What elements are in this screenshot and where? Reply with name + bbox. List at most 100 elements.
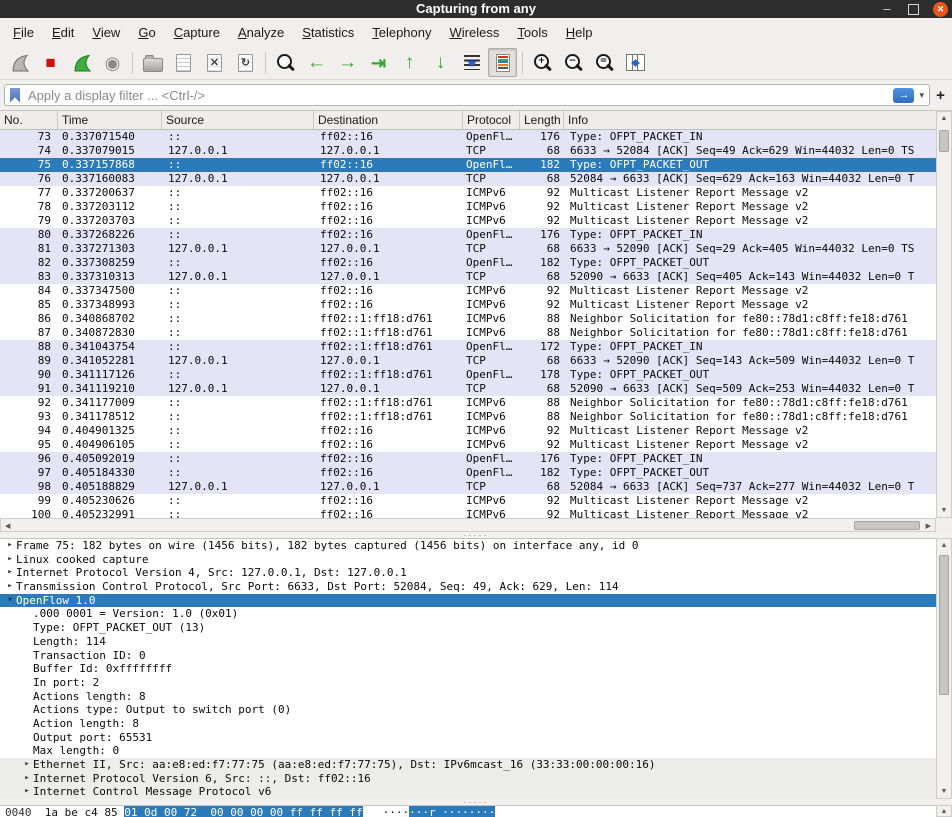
colorize-button[interactable]	[488, 48, 517, 77]
packet-row-88[interactable]: 88 0.341043754:: ff02::1:ff18:d761 OpenFl… 1…	[0, 340, 936, 354]
packet-row-79[interactable]: 79 0.337203703:: ff02::16 ICMPv6 92 Multicast…	[0, 214, 936, 228]
menu-go[interactable]: Go	[129, 21, 164, 44]
detail-row-6[interactable]: Type: OFPT_PACKET_OUT (13)	[0, 621, 936, 635]
packet-row-92[interactable]: 92 0.341177009:: ff02::1:ff18:d761 ICMPv6 88…	[0, 396, 936, 410]
detail-row-16[interactable]: ▸ Ethernet II, Src: aa:e8:ed:f7:77:75 (aa…	[0, 758, 936, 772]
expand-arrow-icon[interactable]: ▾	[4, 594, 16, 608]
add-filter-button[interactable]: +	[933, 87, 948, 104]
packet-row-95[interactable]: 95 0.404906105:: ff02::16 ICMPv6 92 Multicast…	[0, 438, 936, 452]
hscroll-thumb[interactable]	[854, 521, 920, 530]
go-first-packet-button[interactable]: ↑	[395, 48, 424, 77]
packet-row-90[interactable]: 90 0.341117126:: ff02::1:ff18:d761 OpenFl… 1…	[0, 368, 936, 382]
menu-wireless[interactable]: Wireless	[441, 21, 509, 44]
packet-row-83[interactable]: 83 0.337310313 127.0.0.1 127.0.0.1 TCP 68 5209…	[0, 270, 936, 284]
hex-ascii-selected[interactable]: ···r ········	[409, 806, 496, 817]
collapse-arrow-icon[interactable]: ▸	[21, 785, 33, 799]
scroll-down-icon[interactable]: ▼	[937, 788, 951, 795]
capture-stop-button[interactable]: ■	[36, 48, 65, 77]
packet-row-96[interactable]: 96 0.405092019:: ff02::16 OpenFl… 176 Type: O…	[0, 452, 936, 466]
find-packet-button[interactable]	[271, 48, 300, 77]
scroll-up-icon[interactable]: ▲	[937, 542, 951, 549]
packet-row-89[interactable]: 89 0.341052281 127.0.0.1 127.0.0.1 TCP 68 6633…	[0, 354, 936, 368]
collapse-arrow-icon[interactable]: ▸	[4, 539, 16, 553]
details-vscrollbar[interactable]: ▲ ▼	[936, 538, 952, 799]
go-last-packet-button[interactable]: ↓	[426, 48, 455, 77]
packet-row-81[interactable]: 81 0.337271303 127.0.0.1 127.0.0.1 TCP 68 6633…	[0, 242, 936, 256]
zoom-out-button[interactable]: −	[559, 48, 588, 77]
scroll-down-icon[interactable]: ▼	[937, 507, 951, 514]
collapse-arrow-icon[interactable]: ▸	[21, 758, 33, 772]
column-header-source[interactable]: Source	[162, 111, 314, 129]
column-header-destination[interactable]: Destination	[314, 111, 463, 129]
go-forward-button[interactable]: →	[333, 48, 362, 77]
filter-dropdown-caret-icon[interactable]: ▾	[917, 90, 929, 101]
column-header-no[interactable]: No.	[0, 111, 58, 129]
capture-restart-button[interactable]	[67, 48, 96, 77]
detail-row-7[interactable]: Length: 114	[0, 635, 936, 649]
column-header-time[interactable]: Time	[58, 111, 162, 129]
minimize-button[interactable]: –	[880, 2, 894, 15]
detail-row-1[interactable]: ▸ Linux cooked capture	[0, 553, 936, 567]
detail-row-3[interactable]: ▸ Transmission Control Protocol, Src Port…	[0, 580, 936, 594]
menu-statistics[interactable]: Statistics	[293, 21, 363, 44]
maximize-button[interactable]	[908, 3, 919, 15]
packet-row-91[interactable]: 91 0.341119210 127.0.0.1 127.0.0.1 TCP 68 5209…	[0, 382, 936, 396]
menu-edit[interactable]: Edit	[43, 21, 83, 44]
packet-row-77[interactable]: 77 0.337200637:: ff02::16 ICMPv6 92 Multicast…	[0, 186, 936, 200]
auto-scroll-button[interactable]	[457, 48, 486, 77]
zoom-100-button[interactable]: =	[590, 48, 619, 77]
packet-row-74[interactable]: 74 0.337079015 127.0.0.1 127.0.0.1 TCP 68 6633…	[0, 144, 936, 158]
packet-row-80[interactable]: 80 0.337268226:: ff02::16 OpenFl… 176 Type: O…	[0, 228, 936, 242]
packet-row-86[interactable]: 86 0.340868702:: ff02::1:ff18:d761 ICMPv6 88…	[0, 312, 936, 326]
detail-row-17[interactable]: ▸ Internet Protocol Version 6, Src: ::, D…	[0, 771, 936, 786]
column-header-info[interactable]: Info	[564, 111, 936, 129]
vscroll-thumb[interactable]	[939, 555, 949, 695]
packet-row-78[interactable]: 78 0.337203112:: ff02::16 ICMPv6 92 Multicast…	[0, 200, 936, 214]
detail-row-5[interactable]: .000 0001 = Version: 1.0 (0x01)	[0, 607, 936, 621]
collapse-arrow-icon[interactable]: ▸	[4, 580, 16, 594]
packet-row-100[interactable]: 100 0.405232991:: ff02::16 ICMPv6 92 Multicas…	[0, 508, 936, 518]
detail-row-15[interactable]: Max length: 0	[0, 744, 936, 758]
detail-row-13[interactable]: Action length: 8	[0, 717, 936, 731]
collapse-arrow-icon[interactable]: ▸	[4, 566, 16, 580]
capture-start-button[interactable]	[5, 48, 34, 77]
detail-row-8[interactable]: Transaction ID: 0	[0, 649, 936, 663]
scroll-left-icon[interactable]: ◀	[5, 522, 10, 530]
menu-file[interactable]: File	[4, 21, 43, 44]
packet-row-75[interactable]: 75 0.337157868:: ff02::16 OpenFl… 182 Type: O…	[0, 158, 936, 172]
packet-row-84[interactable]: 84 0.337347500:: ff02::16 ICMPv6 92 Multicast…	[0, 284, 936, 298]
menu-help[interactable]: Help	[557, 21, 602, 44]
scroll-up-icon[interactable]: ▲	[937, 808, 951, 815]
packet-row-85[interactable]: 85 0.337348993:: ff02::16 ICMPv6 92 Multicast…	[0, 298, 936, 312]
hex-bytes-selected[interactable]: 01 0d 00 72 00 00 00 00 ff ff ff ff	[124, 806, 363, 817]
scroll-up-icon[interactable]: ▲	[937, 115, 951, 122]
detail-row-4[interactable]: ▾ OpenFlow 1.0	[0, 593, 936, 608]
resize-columns-button[interactable]	[621, 48, 650, 77]
menu-capture[interactable]: Capture	[165, 21, 229, 44]
detail-row-11[interactable]: Actions length: 8	[0, 690, 936, 704]
packet-row-99[interactable]: 99 0.405230626:: ff02::16 ICMPv6 92 Multicast…	[0, 494, 936, 508]
packet-row-94[interactable]: 94 0.404901325:: ff02::16 ICMPv6 92 Multicast…	[0, 424, 936, 438]
hex-bytes[interactable]: 1a be c4 85	[45, 806, 124, 817]
packet-row-97[interactable]: 97 0.405184330:: ff02::16 OpenFl… 182 Type: O…	[0, 466, 936, 480]
packet-row-76[interactable]: 76 0.337160083 127.0.0.1 127.0.0.1 TCP 68 5208…	[0, 172, 936, 186]
menu-analyze[interactable]: Analyze	[229, 21, 293, 44]
apply-filter-button[interactable]: →	[893, 87, 915, 103]
packet-row-82[interactable]: 82 0.337308259:: ff02::16 OpenFl… 182 Type: O…	[0, 256, 936, 270]
filter-bookmark-icon[interactable]	[10, 87, 20, 103]
collapse-arrow-icon[interactable]: ▸	[4, 553, 16, 567]
scroll-right-icon[interactable]: ▶	[926, 522, 931, 530]
packet-row-87[interactable]: 87 0.340872830:: ff02::1:ff18:d761 ICMPv6 88…	[0, 326, 936, 340]
close-capture-button[interactable]: ✕	[200, 48, 229, 77]
detail-row-10[interactable]: In port: 2	[0, 676, 936, 690]
zoom-in-button[interactable]: +	[528, 48, 557, 77]
packet-list-vscrollbar[interactable]: ▲ ▼	[936, 111, 952, 518]
menu-tools[interactable]: Tools	[508, 21, 556, 44]
open-capture-button[interactable]	[138, 48, 167, 77]
packet-row-73[interactable]: 73 0.337071540:: ff02::16 OpenFl… 176 Type: O…	[0, 130, 936, 144]
go-back-button[interactable]: ←	[302, 48, 331, 77]
hex-ascii[interactable]: ····	[383, 806, 410, 817]
column-header-length[interactable]: Length	[520, 111, 564, 129]
packet-row-93[interactable]: 93 0.341178512:: ff02::1:ff18:d761 ICMPv6 88…	[0, 410, 936, 424]
column-header-protocol[interactable]: Protocol	[463, 111, 520, 129]
